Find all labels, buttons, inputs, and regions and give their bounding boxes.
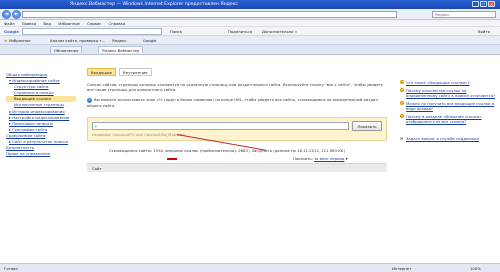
links-count: 1034	[153, 148, 163, 153]
tab-incoming[interactable]: Входящие	[87, 68, 116, 76]
menu-edit[interactable]: Правка	[22, 21, 36, 26]
tab-bar: Обновления Яндекс.Вебмастер	[0, 45, 500, 55]
support-link[interactable]: Задать вопрос в службе поддержки	[400, 136, 496, 141]
star-icon: ★	[4, 38, 8, 43]
fav-link-yandex[interactable]: Яндекс	[112, 36, 126, 45]
table-header-site: Сайт	[87, 163, 387, 172]
info-note: i Вы можете использовать знак «*» (один и…	[87, 97, 387, 108]
google-search-field[interactable]	[22, 28, 162, 35]
google-search-button[interactable]: Поиск	[170, 27, 182, 36]
menu-help[interactable]: Справка	[109, 21, 126, 26]
links-rest: , внешних ссылок (приблизительно): 2683 …	[162, 148, 345, 153]
window-titlebar: Яндекс.Вебмастер — Windows Internet Expl…	[0, 0, 500, 9]
menu-tools[interactable]: Сервис	[87, 21, 101, 26]
google-toolbar: Google Поиск Поделиться Дополнительно » …	[0, 27, 500, 36]
info-text: Вы можете использовать знак «*» (один и …	[87, 97, 378, 108]
url-field[interactable]	[22, 11, 397, 18]
menu-view[interactable]: Вид	[43, 21, 51, 26]
address-bar: ◄ ► Яндекс	[0, 9, 500, 20]
tab-internal[interactable]: Внутренние	[119, 68, 152, 76]
sidebar: Общая информация ▾ Индексирование сайта Ст…	[6, 72, 76, 157]
help-sidebar: Что такое «Входящие ссылки»? Почему коли…	[400, 80, 496, 141]
links-prefix: Ссылающиеся сайты:	[109, 148, 153, 153]
menu-favorites[interactable]: Избранное	[58, 21, 80, 26]
favorites-bar: ★ Избранное Анализ сайта, проверка т... …	[0, 36, 500, 45]
menu-file[interactable]: Файл	[4, 21, 15, 26]
tab-webmaster[interactable]: Яндекс.Вебмастер	[98, 46, 144, 53]
google-signin-button[interactable]: Войти	[478, 27, 490, 36]
back-button[interactable]: ◄	[2, 10, 11, 19]
url-filter-input[interactable]: *	[92, 122, 349, 130]
fav-link-analysis[interactable]: Анализ сайта, проверка т...	[50, 36, 105, 45]
google-logo: Google	[4, 29, 19, 34]
help-link-4[interactable]: Почему в разделе «Внешние ссылки» отобра…	[400, 114, 496, 124]
chevron-down-icon[interactable]: ▾	[346, 156, 348, 161]
fav-link-google[interactable]: Google	[143, 36, 156, 45]
page-content: Общая информация ▾ Индексирование сайта Ст…	[0, 56, 500, 263]
favorites-button[interactable]: Избранное	[9, 36, 31, 45]
security-zone: Интернет	[392, 266, 412, 271]
tab-updates[interactable]: Обновления	[50, 46, 83, 53]
sidebar-item[interactable]: Права на управление	[6, 151, 76, 157]
period-link[interactable]: за весь период	[314, 156, 344, 161]
show-button[interactable]: Показать	[352, 121, 382, 131]
window-title: Яндекс.Вебмастер — Windows Internet Expl…	[70, 2, 238, 7]
menu-bar: Файл Правка Вид Избранное Сервис Справка	[0, 20, 500, 27]
minimize-button[interactable]: _	[472, 1, 479, 7]
help-link-1[interactable]: Что такое «Входящие ссылки»?	[400, 80, 496, 85]
filter-panel: * Показать Например: «/account/*/» или «…	[87, 117, 387, 141]
period-filter: Показать: за весь период ▾	[293, 156, 348, 161]
search-input[interactable]: Яндекс	[432, 11, 496, 18]
status-text: Готово	[4, 266, 18, 271]
google-share-button[interactable]: Поделиться	[228, 27, 252, 36]
count-underline	[167, 158, 177, 160]
close-window-button[interactable]: ✕	[488, 1, 495, 7]
sidebar-item[interactable]: ▸ Настройка индексирования	[6, 115, 76, 121]
status-bar: Готово Интернет 100%	[0, 263, 500, 272]
help-link-3[interactable]: Можно ли получить все входящие ссылки в …	[400, 101, 496, 111]
help-link-2[interactable]: Почему количество ссылок по определенном…	[400, 88, 496, 98]
maximize-button[interactable]: □	[480, 1, 487, 7]
zoom-level[interactable]: 100%	[470, 264, 481, 272]
period-label: Показать:	[293, 156, 313, 161]
google-more-button[interactable]: Дополнительно »	[262, 27, 297, 36]
page-description: Список сайтов, страницы которых ссылаютс…	[87, 82, 384, 92]
forward-button[interactable]: ►	[12, 10, 21, 19]
links-summary: Ссылающиеся сайты: 1034, внешних ссылок …	[109, 148, 345, 153]
example-hint: Например: «/account/*/» или «/account/li…	[92, 133, 185, 137]
